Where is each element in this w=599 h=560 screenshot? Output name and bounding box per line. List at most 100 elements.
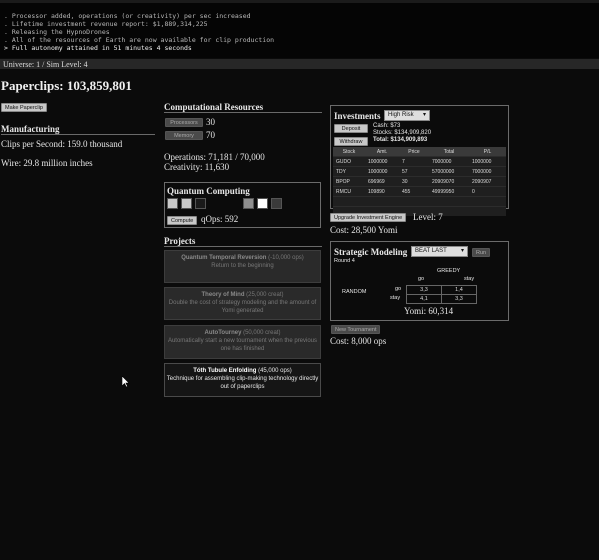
total-readout: Total: $134,909,893 — [373, 137, 428, 143]
table-cell — [469, 196, 506, 207]
project-cost: (45,000 ops) — [256, 368, 292, 374]
project-name: Theory of Mind — [201, 292, 245, 298]
chevron-down-icon: ▾ — [422, 112, 426, 118]
projects-divider — [164, 246, 322, 247]
new-tournament-button[interactable]: New Tournament — [331, 325, 381, 334]
quantum-chip — [243, 198, 254, 209]
paperclips-count: Paperclips: 103,859,801 — [1, 78, 132, 93]
run-button[interactable]: Run — [472, 248, 491, 257]
qops-readout: qOps: 592 — [201, 214, 239, 224]
payoff-cell: 1,4 — [441, 285, 477, 295]
manufacturing-heading: Manufacturing — [1, 124, 60, 134]
yomi-readout: Yomi: 60,314 — [404, 306, 454, 316]
column-header: P/L — [469, 147, 506, 157]
project-description: Double the cost of strategy modeling and… — [168, 300, 317, 314]
computational-heading: Computational Resources — [164, 102, 264, 112]
investment-level: Level: 7 — [413, 212, 443, 222]
memory-button[interactable]: Memory — [165, 131, 203, 140]
stock-table-header: Stock Amt. Price Total P/L — [333, 147, 506, 157]
table-cell: BPOP — [333, 176, 365, 187]
strategic-heading: Strategic Modeling — [334, 247, 408, 257]
creativity-readout: Creativity: 11,630 — [164, 162, 230, 172]
investment-upgrade-cost: Cost: 28,500 Yomi — [330, 225, 398, 235]
project-description: Return to the beginning — [211, 263, 274, 269]
table-cell: 2090907 — [469, 176, 506, 187]
opponent-strategy: GREEDY — [437, 268, 461, 274]
project-toth-tubule-enfolding[interactable]: Tóth Tubule Enfolding (45,000 ops) Techn… — [164, 363, 321, 397]
table-cell: 7000000 — [469, 166, 506, 177]
quantum-chip — [181, 198, 192, 209]
quantum-chip — [195, 198, 206, 209]
payoff-cell: 3,3 — [441, 294, 477, 304]
player-strategy: RANDOM — [342, 289, 367, 295]
table-cell: 0 — [469, 186, 506, 197]
project-cost: (-10,000 ops) — [266, 255, 304, 261]
table-cell: 57000000 — [429, 166, 469, 177]
console-line: . Processor added, operations (or creati… — [4, 12, 251, 20]
cash-readout: Cash: $73 — [373, 123, 401, 129]
strategy-select[interactable]: BEAT LAST ▾ — [411, 246, 468, 257]
column-header: Amt. — [365, 147, 399, 157]
table-cell: 1000000 — [365, 166, 399, 177]
table-cell: 696969 — [365, 176, 399, 187]
payoff-cell: 4,1 — [406, 294, 442, 304]
withdraw-button[interactable]: Withdraw — [334, 137, 368, 146]
table-cell: 20909070 — [429, 176, 469, 187]
clips-per-second: Clips per Second: 159.0 thousand — [1, 139, 123, 149]
table-cell: 109890 — [365, 186, 399, 197]
table-cell: 1000000 — [365, 156, 399, 167]
round-label: Round 4 — [334, 258, 355, 264]
table-cell — [469, 206, 506, 216]
table-cell — [333, 196, 365, 207]
table-cell: RMCU — [333, 186, 365, 197]
make-paperclip-button[interactable]: Make Paperclip — [1, 103, 47, 112]
table-cell: 30 — [399, 176, 429, 187]
deposit-button[interactable]: Deposit — [334, 124, 368, 133]
project-theory-of-mind[interactable]: Theory of Mind (25,000 creat) Double the… — [164, 287, 321, 320]
console-line: . Lifetime investment revenue report: $1… — [4, 20, 208, 28]
operations-readout: Operations: 71,181 / 70,000 — [164, 152, 265, 162]
stock-table: Stock Amt. Price Total P/L GUDO 1000000 … — [333, 147, 506, 216]
investments-heading: Investments — [334, 111, 381, 121]
project-autotourney[interactable]: AutoTourney (50,000 creat) Automatically… — [164, 325, 321, 359]
payoff-cell: 3,3 — [406, 285, 442, 295]
compute-button[interactable]: Compute — [167, 216, 198, 225]
payoff-row: 4,1 3,3 — [406, 294, 477, 304]
table-row: BPOP 696969 30 20909070 2090907 — [333, 176, 506, 187]
table-cell — [399, 196, 429, 207]
strategy-select-value: BEAT LAST — [415, 248, 447, 254]
project-quantum-temporal-reversion[interactable]: Quantum Temporal Reversion (-10,000 ops)… — [164, 250, 321, 283]
table-row: TDY 1000000 57 57000000 7000000 — [333, 166, 506, 177]
payoff-col-stay: stay — [464, 276, 475, 282]
project-cost: (50,000 creat) — [241, 330, 281, 336]
mouse-cursor-icon — [122, 376, 130, 388]
project-name: Quantum Temporal Reversion — [181, 255, 267, 261]
payoff-matrix: 3,3 1,4 4,1 3,3 — [406, 285, 477, 304]
table-cell — [429, 196, 469, 207]
wire-amount: Wire: 29.8 million inches — [1, 158, 93, 168]
risk-select[interactable]: High Risk ▾ — [384, 110, 430, 121]
quantum-chip — [271, 198, 282, 209]
console-line: > Full autonomy attained in 51 minutes 4… — [4, 44, 192, 52]
project-description: Automatically start a new tournament whe… — [167, 338, 318, 352]
table-cell: 57 — [399, 166, 429, 177]
upgrade-investment-engine-button[interactable]: Upgrade Investment Engine — [330, 213, 407, 222]
universe-bar: Universe: 1 / Sim Level: 4 — [0, 59, 599, 69]
quantum-chip — [257, 198, 268, 209]
chevron-down-icon: ▾ — [460, 248, 464, 254]
column-header: Stock — [333, 147, 365, 157]
table-cell: 1000000 — [469, 156, 506, 167]
processors-button[interactable]: Processors — [165, 118, 203, 127]
manufacturing-divider — [1, 134, 155, 135]
computational-divider — [164, 112, 322, 113]
console-log: . Processor added, operations (or creati… — [0, 0, 599, 58]
table-cell — [365, 196, 399, 207]
projects-heading: Projects — [164, 236, 196, 246]
project-name: AutoTourney — [204, 330, 242, 336]
quantum-chip — [167, 198, 178, 209]
table-row: GUDO 1000000 7 7000000 1000000 — [333, 156, 506, 167]
universe-label: Universe: 1 / Sim Level: 4 — [3, 60, 88, 69]
table-cell: 7000000 — [429, 156, 469, 167]
table-cell: 49999950 — [429, 186, 469, 197]
tournament-cost: Cost: 8,000 ops — [330, 336, 387, 346]
